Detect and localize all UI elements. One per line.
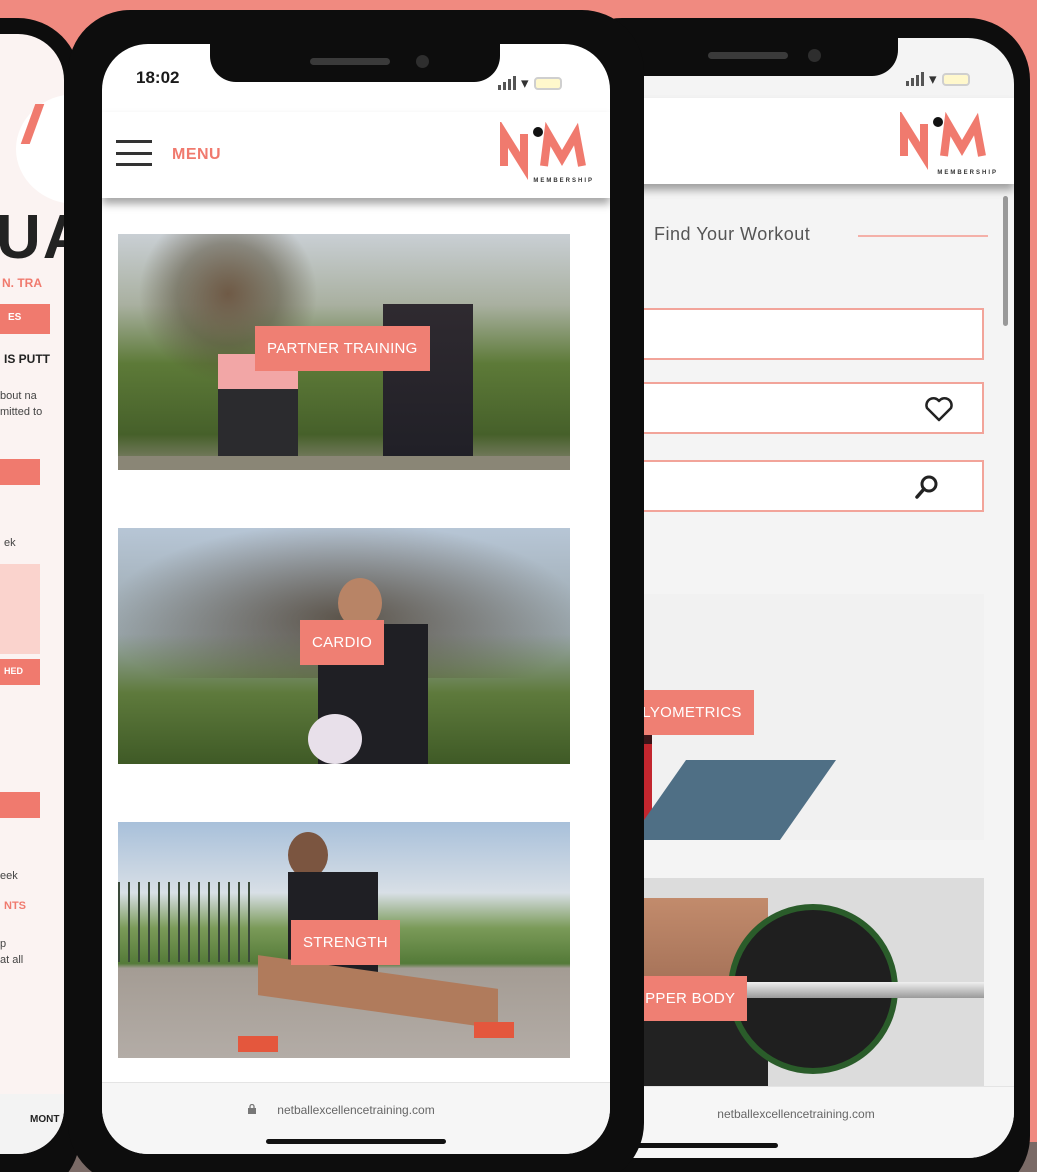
menu-label[interactable]: MENU xyxy=(172,146,221,164)
left-card-block xyxy=(0,564,40,654)
center-notch xyxy=(210,44,500,82)
center-phone: 18:02 ▾ MENU MEMBERSHIP PARTNER TRAINING… xyxy=(68,10,644,1172)
right-logo-sub: MEMBERSHIP xyxy=(937,170,998,176)
left-week-fragment: ek xyxy=(4,537,16,549)
partner-training-tile[interactable]: PARTNER TRAINING xyxy=(118,234,570,470)
left-button-fragment: HED xyxy=(4,666,24,676)
center-speaker xyxy=(310,58,390,65)
center-status-icons: ▾ xyxy=(498,74,562,92)
left-text-line2: mitted to xyxy=(0,406,43,418)
cardio-tile[interactable]: CARDIO xyxy=(118,528,570,764)
left-pink-bar-2 xyxy=(0,792,40,818)
center-app-header: MENU MEMBERSHIP xyxy=(102,112,610,198)
left-heading-fragment: UA xyxy=(0,203,64,272)
status-time: 18:02 xyxy=(136,68,180,87)
center-signal-icon xyxy=(498,76,516,90)
center-logo-sub: MEMBERSHIP xyxy=(533,178,594,184)
center-battery-icon xyxy=(533,76,562,90)
left-text-line1: bout na xyxy=(0,390,37,402)
right-status-icons: ▾ xyxy=(906,70,970,88)
hamburger-menu-icon[interactable] xyxy=(116,140,152,166)
right-battery-icon xyxy=(941,72,970,86)
search-icon[interactable] xyxy=(914,474,940,500)
left-tag-fragment: ES xyxy=(8,312,22,323)
right-scrollbar[interactable] xyxy=(1003,196,1008,326)
center-logo xyxy=(500,122,586,180)
right-speaker xyxy=(708,52,788,59)
find-workout-title: Find Your Workout xyxy=(654,224,811,244)
strength-label: STRENGTH xyxy=(291,920,400,965)
left-phone-screen: UA N. TRA ES IS PUTT bout na mitted to e… xyxy=(0,34,64,1154)
strength-tile[interactable]: STRENGTH xyxy=(118,822,570,1058)
center-home-indicator[interactable] xyxy=(266,1139,446,1144)
left-sub-fragment: N. TRA xyxy=(2,276,42,290)
left-bold-fragment: IS PUTT xyxy=(4,352,51,366)
left-week-fragment-2: eek xyxy=(0,870,18,882)
stage: UA N. TRA ES IS PUTT bout na mitted to e… xyxy=(0,0,1037,1172)
left-pink-bar-1 xyxy=(0,459,40,485)
cardio-label: CARDIO xyxy=(300,620,385,665)
center-camera xyxy=(416,55,429,68)
center-address-text: netballexcellencetraining.com xyxy=(277,1103,435,1117)
left-small-line2: at all xyxy=(0,954,24,966)
right-wifi-icon: ▾ xyxy=(929,71,937,88)
heart-icon[interactable] xyxy=(924,396,954,422)
center-phone-screen: 18:02 ▾ MENU MEMBERSHIP PARTNER TRAINING… xyxy=(102,44,610,1154)
right-signal-icon xyxy=(906,72,924,86)
left-small-line1: p xyxy=(0,938,7,950)
right-camera xyxy=(808,49,821,62)
left-bottom-fragment: MONT xyxy=(30,1114,60,1125)
left-phone-logo-fragment xyxy=(20,104,64,144)
center-address-bar[interactable]: netballexcellencetraining.com xyxy=(102,1082,610,1154)
find-workout-divider xyxy=(858,235,988,237)
center-wifi-icon: ▾ xyxy=(521,75,529,92)
right-logo xyxy=(900,112,986,170)
partner-training-label: PARTNER TRAINING xyxy=(255,326,430,371)
left-pink-fragment: NTS xyxy=(4,900,26,912)
